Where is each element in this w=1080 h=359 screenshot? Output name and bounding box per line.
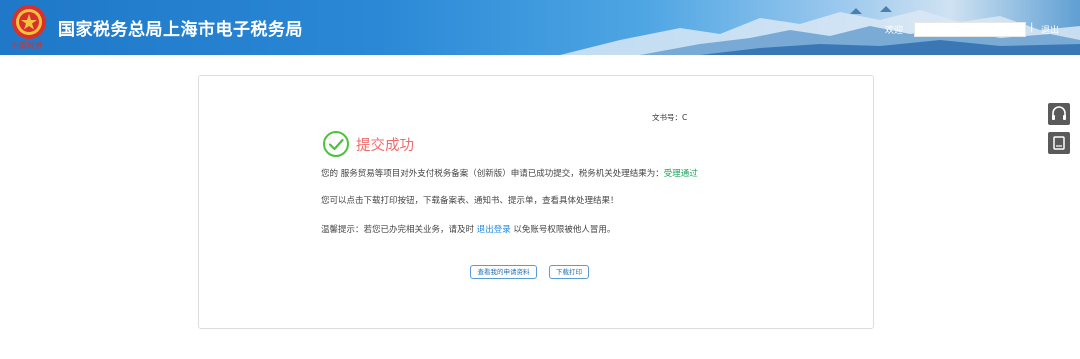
processing-status: 受理通过 bbox=[663, 169, 698, 179]
book-icon bbox=[1053, 136, 1065, 150]
welcome-label: 欢迎 bbox=[885, 26, 904, 36]
download-hint: 您可以点击下载打印按钮，下载备案表、通知书、提示单，查看具体处理结果！ bbox=[321, 196, 619, 206]
tax-emblem-icon bbox=[12, 5, 46, 39]
emblem-caption: 中国税务 bbox=[10, 41, 43, 50]
tip-suffix: 以免账号权限被他人冒用。 bbox=[510, 225, 616, 235]
download-print-button[interactable]: 下载打印 bbox=[549, 265, 589, 279]
svg-text:中国税务: 中国税务 bbox=[10, 41, 43, 50]
security-tip: 温馨提示：若您已办完相关业务，请及时 退出登录 以免账号权限被他人冒用。 bbox=[321, 223, 615, 235]
success-title: 提交成功 bbox=[356, 138, 414, 154]
document-number: 文书号：C bbox=[652, 113, 688, 122]
submission-message-text: 您的 服务贸易等项目对外支付税务备案（创新版）申请已成功提交，税务机关处理结果为… bbox=[321, 169, 664, 179]
site-title: 国家税务总局上海市电子税务局 bbox=[58, 20, 303, 40]
top-banner: 中国税务 国家税务总局上海市电子税务局 欢迎 | 退出 bbox=[0, 0, 1080, 55]
user-name-field bbox=[914, 22, 1026, 37]
submission-result-card: 文书号：C 提交成功 您的 服务贸易等项目对外支付税务备案（创新版）申请已成功提… bbox=[198, 75, 874, 329]
success-check-icon bbox=[323, 131, 349, 157]
logout-login-link[interactable]: 退出登录 bbox=[477, 225, 511, 235]
header-separator: | bbox=[1030, 22, 1034, 33]
view-application-button[interactable]: 查看我的申请资料 bbox=[470, 265, 537, 279]
tip-prefix: 温馨提示：若您已办完相关业务，请及时 bbox=[321, 225, 477, 235]
manual-button[interactable] bbox=[1048, 132, 1070, 154]
submission-message: 您的 服务贸易等项目对外支付税务备案（创新版）申请已成功提交，税务机关处理结果为… bbox=[321, 167, 698, 179]
headset-icon bbox=[1052, 106, 1066, 120]
customer-service-button[interactable] bbox=[1048, 103, 1070, 125]
logout-link[interactable]: 退出 bbox=[1041, 23, 1059, 36]
